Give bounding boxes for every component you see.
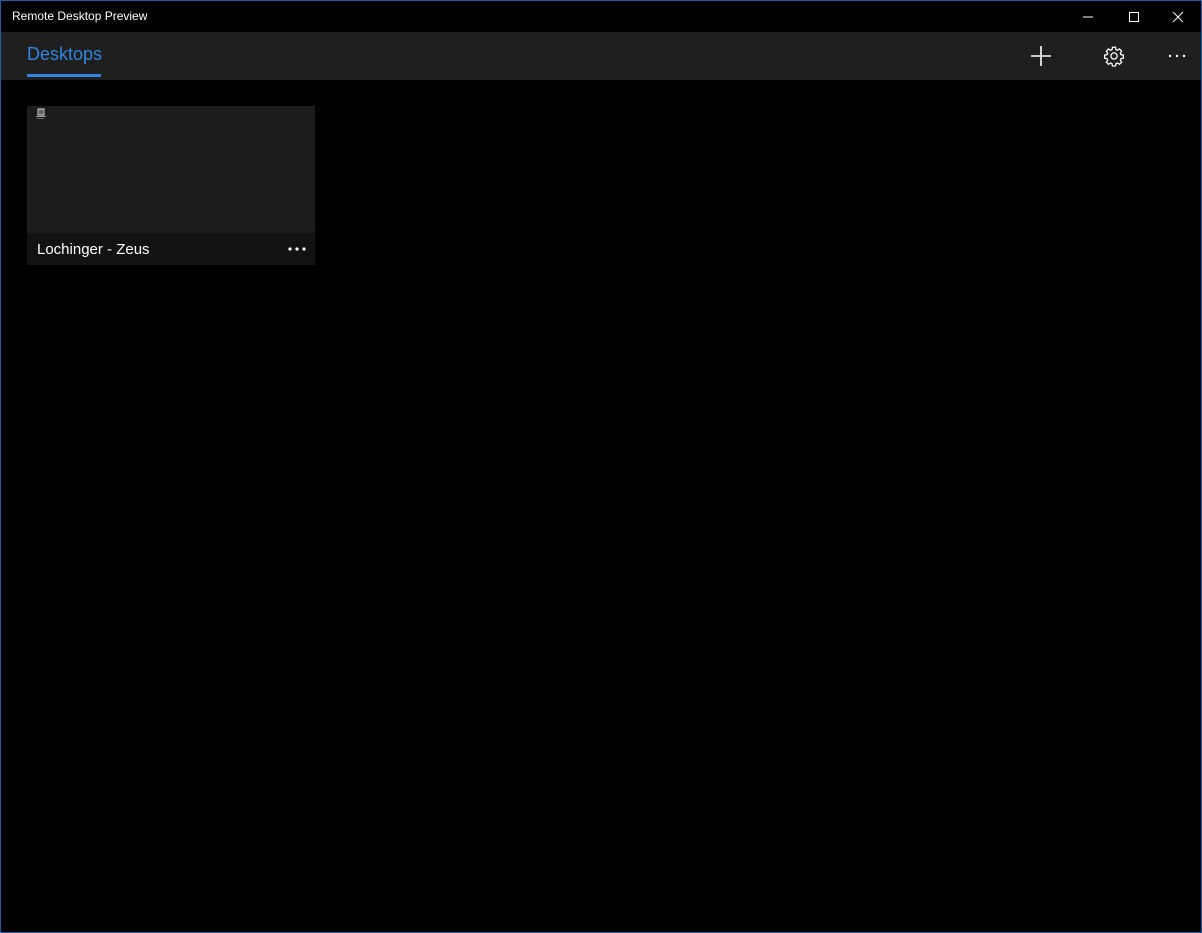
add-button[interactable] — [1021, 36, 1061, 76]
close-icon — [1172, 11, 1184, 22]
settings-button[interactable] — [1094, 36, 1134, 76]
title-bar[interactable]: Remote Desktop Preview — [1, 1, 1201, 32]
window-title: Remote Desktop Preview — [12, 9, 148, 23]
maximize-icon — [1129, 11, 1139, 22]
gear-icon — [1104, 46, 1124, 67]
tab-desktops-label: Desktops — [27, 44, 103, 64]
app-window: Remote Desktop Preview Desktops Lochinge… — [0, 0, 1202, 933]
add-icon — [1031, 46, 1051, 66]
tab-desktops[interactable]: Desktops — [27, 32, 103, 80]
desktop-thumbnail[interactable] — [27, 106, 315, 233]
close-button[interactable] — [1155, 1, 1201, 32]
desktop-options-button[interactable] — [281, 237, 313, 261]
more-horizontal-icon — [288, 247, 306, 251]
minimize-button[interactable] — [1065, 1, 1111, 32]
tab-selected-indicator — [27, 74, 101, 77]
desktop-tile[interactable]: Lochinger - Zeus — [27, 106, 315, 265]
desktop-name: Lochinger - Zeus — [37, 241, 150, 258]
recycle-bin-icon — [36, 108, 46, 119]
maximize-button[interactable] — [1111, 1, 1157, 32]
more-horizontal-icon — [1168, 54, 1186, 58]
more-options-button[interactable] — [1157, 36, 1197, 76]
app-bar: Desktops — [1, 32, 1201, 80]
desktop-tile-footer: Lochinger - Zeus — [27, 233, 315, 265]
minimize-icon — [1083, 16, 1093, 17]
